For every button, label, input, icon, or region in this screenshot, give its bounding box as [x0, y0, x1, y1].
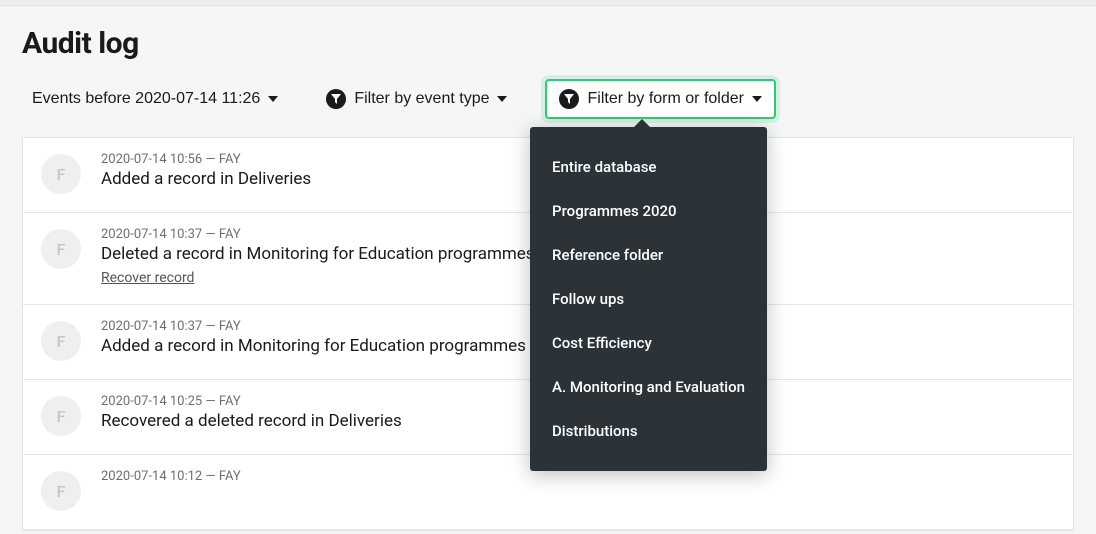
dropdown-item[interactable]: Reference folder — [530, 233, 767, 277]
chevron-down-icon — [268, 94, 278, 104]
avatar: F — [41, 229, 81, 269]
avatar: F — [41, 471, 81, 511]
filter-icon — [559, 89, 579, 109]
dropdown-item[interactable]: A. Monitoring and Evaluation — [530, 365, 767, 409]
filter-event-type-button[interactable]: Filter by event type — [316, 83, 517, 115]
filter-icon — [326, 89, 346, 109]
avatar: F — [41, 396, 81, 436]
filter-bar: Events before 2020-07-14 11:26 Filter by… — [22, 79, 1074, 119]
dropdown-item[interactable]: Cost Efficiency — [530, 321, 767, 365]
dropdown-item[interactable]: Follow ups — [530, 277, 767, 321]
dropdown-item[interactable]: Entire database — [530, 145, 767, 189]
form-folder-dropdown: Entire database Programmes 2020 Referenc… — [530, 127, 767, 471]
dropdown-item[interactable]: Programmes 2020 — [530, 189, 767, 233]
filter-form-folder-label: Filter by form or folder — [587, 90, 743, 108]
filter-form-folder-button[interactable]: Filter by form or folder — [545, 79, 775, 119]
recover-record-link[interactable]: Recover record — [101, 270, 194, 286]
filter-date-label: Events before 2020-07-14 11:26 — [32, 90, 260, 108]
filter-event-type-label: Filter by event type — [354, 90, 489, 108]
chevron-down-icon — [497, 94, 507, 104]
chevron-down-icon — [752, 94, 762, 104]
log-meta: 2020-07-14 10:12 — FAY — [101, 469, 1055, 484]
page-title: Audit log — [22, 26, 1074, 61]
avatar: F — [41, 154, 81, 194]
filter-date-button[interactable]: Events before 2020-07-14 11:26 — [22, 84, 288, 114]
dropdown-item[interactable]: Distributions — [530, 409, 767, 453]
avatar: F — [41, 321, 81, 361]
